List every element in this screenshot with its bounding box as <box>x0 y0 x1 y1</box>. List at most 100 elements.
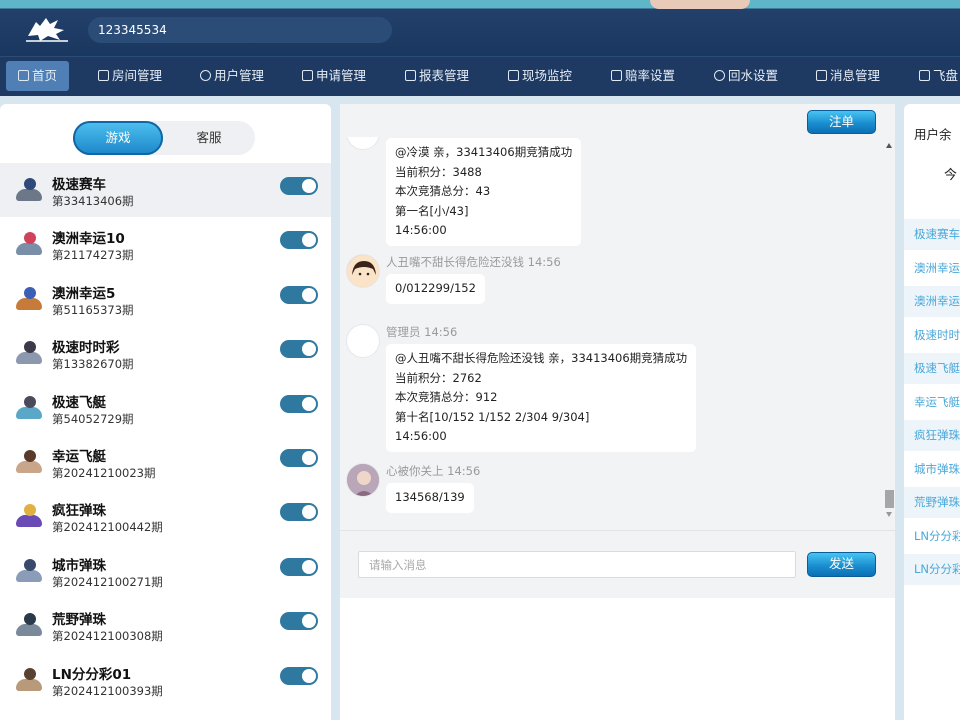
game-item-aozhou-xingyun5[interactable]: 澳洲幸运5 第51165373期 <box>0 272 331 326</box>
list-item[interactable]: 澳洲幸运 <box>904 286 960 320</box>
game-item-chengshi-danzhu[interactable]: 城市弹珠 第202412100271期 <box>0 544 331 598</box>
scroll-up-icon[interactable] <box>886 143 892 148</box>
game-toggle[interactable] <box>280 340 318 359</box>
nav-label: 飞盘 <box>933 68 959 83</box>
game-item-xingyun-feiting[interactable]: 幸运飞艇 第20241210023期 <box>0 435 331 489</box>
message-line: @冷漠 亲，33413406期竞猜成功 <box>395 145 573 159</box>
message-line: 本次竞猜总分：43 <box>395 184 491 198</box>
panel-subtitle: 今 <box>944 168 958 183</box>
nav-user-management[interactable]: 用户管理 <box>200 61 264 91</box>
list-item[interactable]: 荒野弹珠 <box>904 487 960 521</box>
nav-apply-management[interactable]: 申请管理 <box>302 61 366 91</box>
game-name: 疯狂弹珠 <box>52 503 106 520</box>
list-item[interactable]: LN分分彩 <box>904 521 960 554</box>
odds-icon <box>611 70 622 81</box>
nav-label: 现场监控 <box>522 68 573 83</box>
message-line: 本次竞猜总分：912 <box>395 390 498 404</box>
game-toggle[interactable] <box>280 231 318 250</box>
list-item[interactable]: 极速赛车 <box>904 219 960 253</box>
nav-message-management[interactable]: 消息管理 <box>816 61 880 91</box>
list-item[interactable]: LN分分彩 <box>904 554 960 588</box>
message-input[interactable] <box>358 551 796 578</box>
message-line: @人丑嘴不甜长得危险还没钱 亲，33413406期竞猜成功 <box>395 351 688 365</box>
user-icon <box>200 70 211 81</box>
list-item[interactable]: 极速时时 <box>904 320 960 353</box>
game-toggle[interactable] <box>280 177 318 195</box>
chat-panel: 注单 @冷漠 亲，33413406期竞猜成功 当前积分：3488 本次竞猜总分：… <box>340 104 895 720</box>
game-period: 第21174273期 <box>52 248 134 263</box>
game-item-fengkuang-danzhu[interactable]: 疯狂弹珠 第202412100442期 <box>0 489 331 543</box>
list-item[interactable]: 城市弹珠 <box>904 454 960 487</box>
game-avatar-icon <box>12 665 46 693</box>
tab-game[interactable]: 游戏 <box>73 121 163 155</box>
bet-slip-button[interactable]: 注单 <box>807 110 876 134</box>
nav-live-monitor[interactable]: 现场监控 <box>508 61 572 91</box>
balance-game-list: 极速赛车 澳洲幸运 澳洲幸运 极速时时 极速飞艇 幸运飞艇 疯狂弹珠 城市弹珠 … <box>904 219 960 588</box>
chat-scrollbar[interactable] <box>884 137 895 530</box>
game-period: 第33413406期 <box>52 194 134 208</box>
game-item-jisu-feiting[interactable]: 极速飞艇 第54052729期 <box>0 381 331 435</box>
game-toggle[interactable] <box>280 557 318 576</box>
avatar <box>346 254 380 288</box>
game-toggle[interactable] <box>280 612 318 631</box>
chat-toolbar: 注单 <box>340 104 895 137</box>
avatar <box>346 463 380 497</box>
message-meta: 心被你关上 14:56 <box>386 464 481 478</box>
game-name: 城市弹珠 <box>52 557 106 574</box>
game-item-jisu-saiche[interactable]: 极速赛车 第33413406期 <box>0 163 331 218</box>
nav-label: 首页 <box>32 68 58 83</box>
girl-avatar-icon <box>347 255 379 287</box>
list-item[interactable]: 澳洲幸运 <box>904 253 960 286</box>
account-id[interactable]: 123345534 <box>88 17 392 43</box>
message-meta: 管理员 14:56 <box>386 325 458 339</box>
nav-label: 用户管理 <box>214 68 265 83</box>
game-item-ln-fenfencai01[interactable]: LN分分彩01 第202412100393期 <box>0 653 331 707</box>
nav-report-management[interactable]: 报表管理 <box>405 61 469 91</box>
game-toggle[interactable] <box>280 666 318 685</box>
game-name: 澳洲幸运5 <box>52 285 116 302</box>
report-icon <box>405 70 416 81</box>
scroll-down-icon[interactable] <box>886 512 892 517</box>
message-line: 当前积分：2762 <box>395 370 482 385</box>
list-item[interactable]: 极速飞艇 <box>904 353 960 387</box>
nav-home[interactable]: 首页 <box>6 61 70 91</box>
game-item-jisu-shishicai[interactable]: 极速时时彩 第13382670期 <box>0 326 331 380</box>
nav-label: 赔率设置 <box>625 68 676 83</box>
game-toggle[interactable] <box>280 448 318 467</box>
message-line: 第十名[10/152 1/152 2/304 9/304] <box>395 409 590 424</box>
nav-odds-settings[interactable]: 赔率设置 <box>611 61 675 91</box>
tab-customer-service[interactable]: 客服 <box>173 121 245 155</box>
avatar <box>346 324 380 358</box>
scroll-thumb[interactable] <box>885 490 894 508</box>
game-avatar-icon <box>12 610 46 638</box>
game-avatar-icon <box>12 447 46 475</box>
list-item[interactable]: 疯狂弹珠 <box>904 420 960 454</box>
game-period: 第54052729期 <box>52 411 134 426</box>
nav-flyplate[interactable]: 飞盘 <box>919 61 958 91</box>
nav-label: 申请管理 <box>316 68 367 83</box>
list-item[interactable]: 幸运飞艇 <box>904 387 960 420</box>
message-bubble: @人丑嘴不甜长得危险还没钱 亲，33413406期竞猜成功 当前积分：2762 … <box>386 344 697 452</box>
game-toggle[interactable] <box>280 285 318 304</box>
user-avatar[interactable] <box>650 0 750 9</box>
game-period: 第20241210023期 <box>52 465 156 480</box>
game-item-aozhou-xingyun10[interactable]: 澳洲幸运10 第21174273期 <box>0 217 331 271</box>
game-toggle[interactable] <box>280 503 318 522</box>
nav-label: 房间管理 <box>112 68 163 83</box>
game-period: 第202412100393期 <box>52 683 163 698</box>
nav-rebate-settings[interactable]: 回水设置 <box>714 61 778 91</box>
message-composer: 发送 <box>340 530 895 598</box>
panel-tabs: 游戏 客服 <box>73 121 255 155</box>
send-button[interactable]: 发送 <box>807 552 876 577</box>
message-line: 当前积分：3488 <box>395 164 482 179</box>
home-icon <box>18 70 29 81</box>
top-header: 123345534 <box>0 0 960 56</box>
game-period: 第51165373期 <box>52 302 134 317</box>
rebate-icon <box>714 70 725 81</box>
apply-icon <box>302 70 313 81</box>
photo-avatar-icon <box>347 464 379 496</box>
game-avatar-icon <box>12 229 46 257</box>
game-item-huangye-danzhu[interactable]: 荒野弹珠 第202412100308期 <box>0 598 331 652</box>
nav-room-management[interactable]: 房间管理 <box>98 61 162 91</box>
game-toggle[interactable] <box>280 394 318 413</box>
